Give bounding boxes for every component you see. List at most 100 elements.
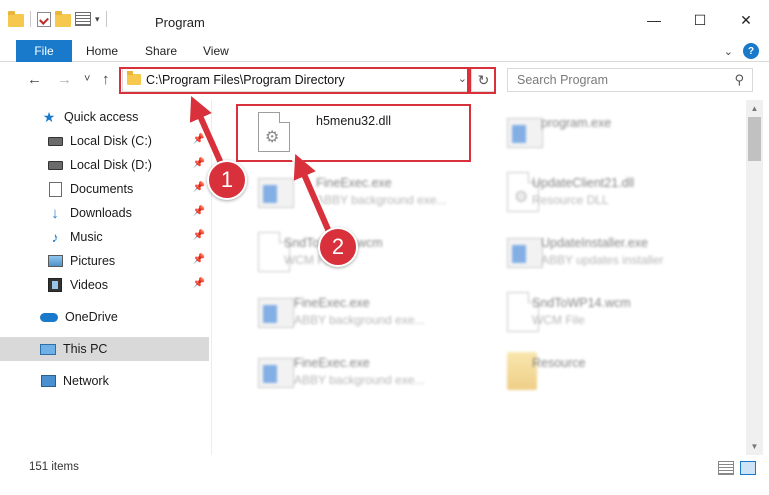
download-icon: ↓ xyxy=(51,204,59,222)
scroll-down-icon[interactable]: ▼ xyxy=(746,438,763,455)
window-controls: — ☐ ✕ xyxy=(631,0,769,40)
pin-icon[interactable]: 📌 xyxy=(193,206,205,217)
folder-icon xyxy=(127,71,141,85)
file-name: FineExec.exe xyxy=(294,356,370,370)
file-description: ABBY updates installer xyxy=(541,253,664,267)
address-bar[interactable]: C:\Program Files\Program Directory ⌄ ↻ xyxy=(122,68,496,92)
navigation-pane: ★ Quick access Local Disk (C:) 📌 Local D… xyxy=(0,100,212,455)
sidebar-item-videos[interactable]: Videos 📌 xyxy=(0,273,209,297)
large-icons-view-icon[interactable] xyxy=(740,461,756,475)
documents-icon xyxy=(47,181,63,197)
tab-view[interactable]: View xyxy=(203,44,229,58)
address-path[interactable]: C:\Program Files\Program Directory xyxy=(146,73,345,87)
sidebar-item-music[interactable]: ♪ Music 📌 xyxy=(0,225,209,249)
sidebar-item-label: Network xyxy=(63,374,109,388)
search-placeholder: Search Program xyxy=(517,73,609,87)
file-item[interactable]: ⚙ UpdateClient21.dll Resource DLL xyxy=(485,166,730,222)
sidebar-item-network[interactable]: Network xyxy=(0,369,209,393)
file-item[interactable]: FineExec.exe ABBY background exe... xyxy=(236,166,481,222)
pictures-icon xyxy=(47,253,63,269)
file-name: UpdateInstaller.exe xyxy=(541,236,649,250)
file-item[interactable]: Resource xyxy=(485,346,730,402)
sidebar-item-label: Quick access xyxy=(64,110,139,124)
sidebar-item-label: Music xyxy=(70,230,103,244)
network-icon xyxy=(40,373,56,389)
address-dropdown-icon[interactable]: ⌄ xyxy=(458,72,467,85)
file-name: SndToWP14.wcm xyxy=(532,296,631,310)
file-list: ⚙ h5menu32.dll program.exe FineExec.exe … xyxy=(213,100,746,455)
properties-icon[interactable] xyxy=(37,11,51,27)
file-item[interactable]: SndToWP14.wcm WCM File xyxy=(485,286,730,342)
item-count: 151 items xyxy=(29,461,79,473)
exe-icon xyxy=(258,352,294,396)
file-description: Resource DLL xyxy=(532,193,609,207)
step-1-badge: 1 xyxy=(207,160,247,200)
view-toggle xyxy=(718,461,756,475)
scroll-up-icon[interactable]: ▲ xyxy=(746,100,763,117)
ribbon-right-controls: ⌄ ? xyxy=(724,43,759,59)
sidebar-item-label: OneDrive xyxy=(65,310,118,324)
file-description: ABBY background exe... xyxy=(294,313,425,327)
file-item-h5menu32-dll[interactable]: ⚙ h5menu32.dll xyxy=(236,106,481,162)
music-icon: ♪ xyxy=(51,229,59,245)
sidebar-item-label: Videos xyxy=(70,278,108,292)
sidebar-item-local-disk-d[interactable]: Local Disk (D:) 📌 xyxy=(0,153,209,177)
back-button[interactable]: ← xyxy=(27,71,42,88)
exe-icon xyxy=(258,292,294,336)
tab-home[interactable]: Home xyxy=(86,44,118,58)
file-item[interactable]: FineExec.exe ABBY background exe... xyxy=(236,346,481,402)
sidebar-item-onedrive[interactable]: OneDrive xyxy=(0,305,209,329)
quick-access-toolbar: ▾ xyxy=(8,10,109,27)
disk-icon xyxy=(47,157,63,173)
search-input[interactable]: Search Program ⚲ xyxy=(507,68,753,92)
recent-locations-button[interactable]: ˅ xyxy=(84,73,90,85)
ribbon-tabs: File Home Share View ⌄ ? xyxy=(0,40,769,62)
pin-icon[interactable]: 📌 xyxy=(193,158,205,169)
minimize-button[interactable]: — xyxy=(631,0,677,40)
file-item[interactable]: FineExec.exe ABBY background exe... xyxy=(236,286,481,342)
forward-button[interactable]: → xyxy=(57,71,72,88)
file-item[interactable]: program.exe xyxy=(485,106,730,162)
details-view-icon[interactable] xyxy=(718,461,734,475)
pin-icon[interactable]: 📌 xyxy=(193,278,205,289)
sidebar-item-pictures[interactable]: Pictures 📌 xyxy=(0,249,209,273)
refresh-button[interactable]: ↻ xyxy=(471,69,495,91)
search-icon[interactable]: ⚲ xyxy=(734,72,744,88)
sidebar-item-downloads[interactable]: ↓ Downloads 📌 xyxy=(0,201,209,225)
close-button[interactable]: ✕ xyxy=(723,0,769,40)
exe-icon xyxy=(258,172,294,216)
pin-icon[interactable]: 📌 xyxy=(193,254,205,265)
videos-icon xyxy=(47,277,63,293)
sidebar-item-label: Local Disk (C:) xyxy=(70,134,152,148)
pin-icon[interactable]: 📌 xyxy=(193,134,205,145)
pc-icon xyxy=(40,341,56,357)
file-name: FineExec.exe xyxy=(316,176,392,190)
sidebar-item-quick-access[interactable]: ★ Quick access xyxy=(0,105,209,129)
tab-file[interactable]: File xyxy=(16,40,72,62)
vertical-scrollbar[interactable]: ▲ ▼ xyxy=(746,100,763,455)
customize-toolbar-icon[interactable]: ▾ xyxy=(95,14,100,25)
file-description: ABBY background exe... xyxy=(294,373,425,387)
file-description: WCM File xyxy=(532,313,585,327)
sidebar-item-label: Documents xyxy=(70,182,134,196)
file-name: UpdateClient21.dll xyxy=(532,176,635,190)
disk-icon xyxy=(47,133,63,149)
pin-icon[interactable]: 📌 xyxy=(193,230,205,241)
file-name: Resource xyxy=(532,356,586,370)
maximize-button[interactable]: ☐ xyxy=(677,0,723,40)
help-icon[interactable]: ? xyxy=(743,43,759,59)
sidebar-item-local-disk-c[interactable]: Local Disk (C:) 📌 xyxy=(0,129,209,153)
new-folder-icon[interactable] xyxy=(55,10,71,27)
navigation-bar: ← → ˅ ↑ C:\Program Files\Program Directo… xyxy=(0,63,769,97)
scroll-thumb[interactable] xyxy=(748,117,761,161)
toolbar-divider xyxy=(30,11,31,27)
tab-share[interactable]: Share xyxy=(145,44,177,58)
up-button[interactable]: ↑ xyxy=(102,71,110,88)
file-item[interactable]: UpdateInstaller.exe ABBY updates install… xyxy=(485,226,730,282)
view-options-icon[interactable] xyxy=(75,12,91,26)
sidebar-item-documents[interactable]: Documents 📌 xyxy=(0,177,209,201)
sidebar-item-this-pc[interactable]: This PC xyxy=(0,337,209,361)
pin-icon[interactable]: 📌 xyxy=(193,182,205,193)
expand-ribbon-icon[interactable]: ⌄ xyxy=(724,45,733,58)
file-item[interactable]: SndToWP14.wcm WCM File xyxy=(236,226,481,282)
